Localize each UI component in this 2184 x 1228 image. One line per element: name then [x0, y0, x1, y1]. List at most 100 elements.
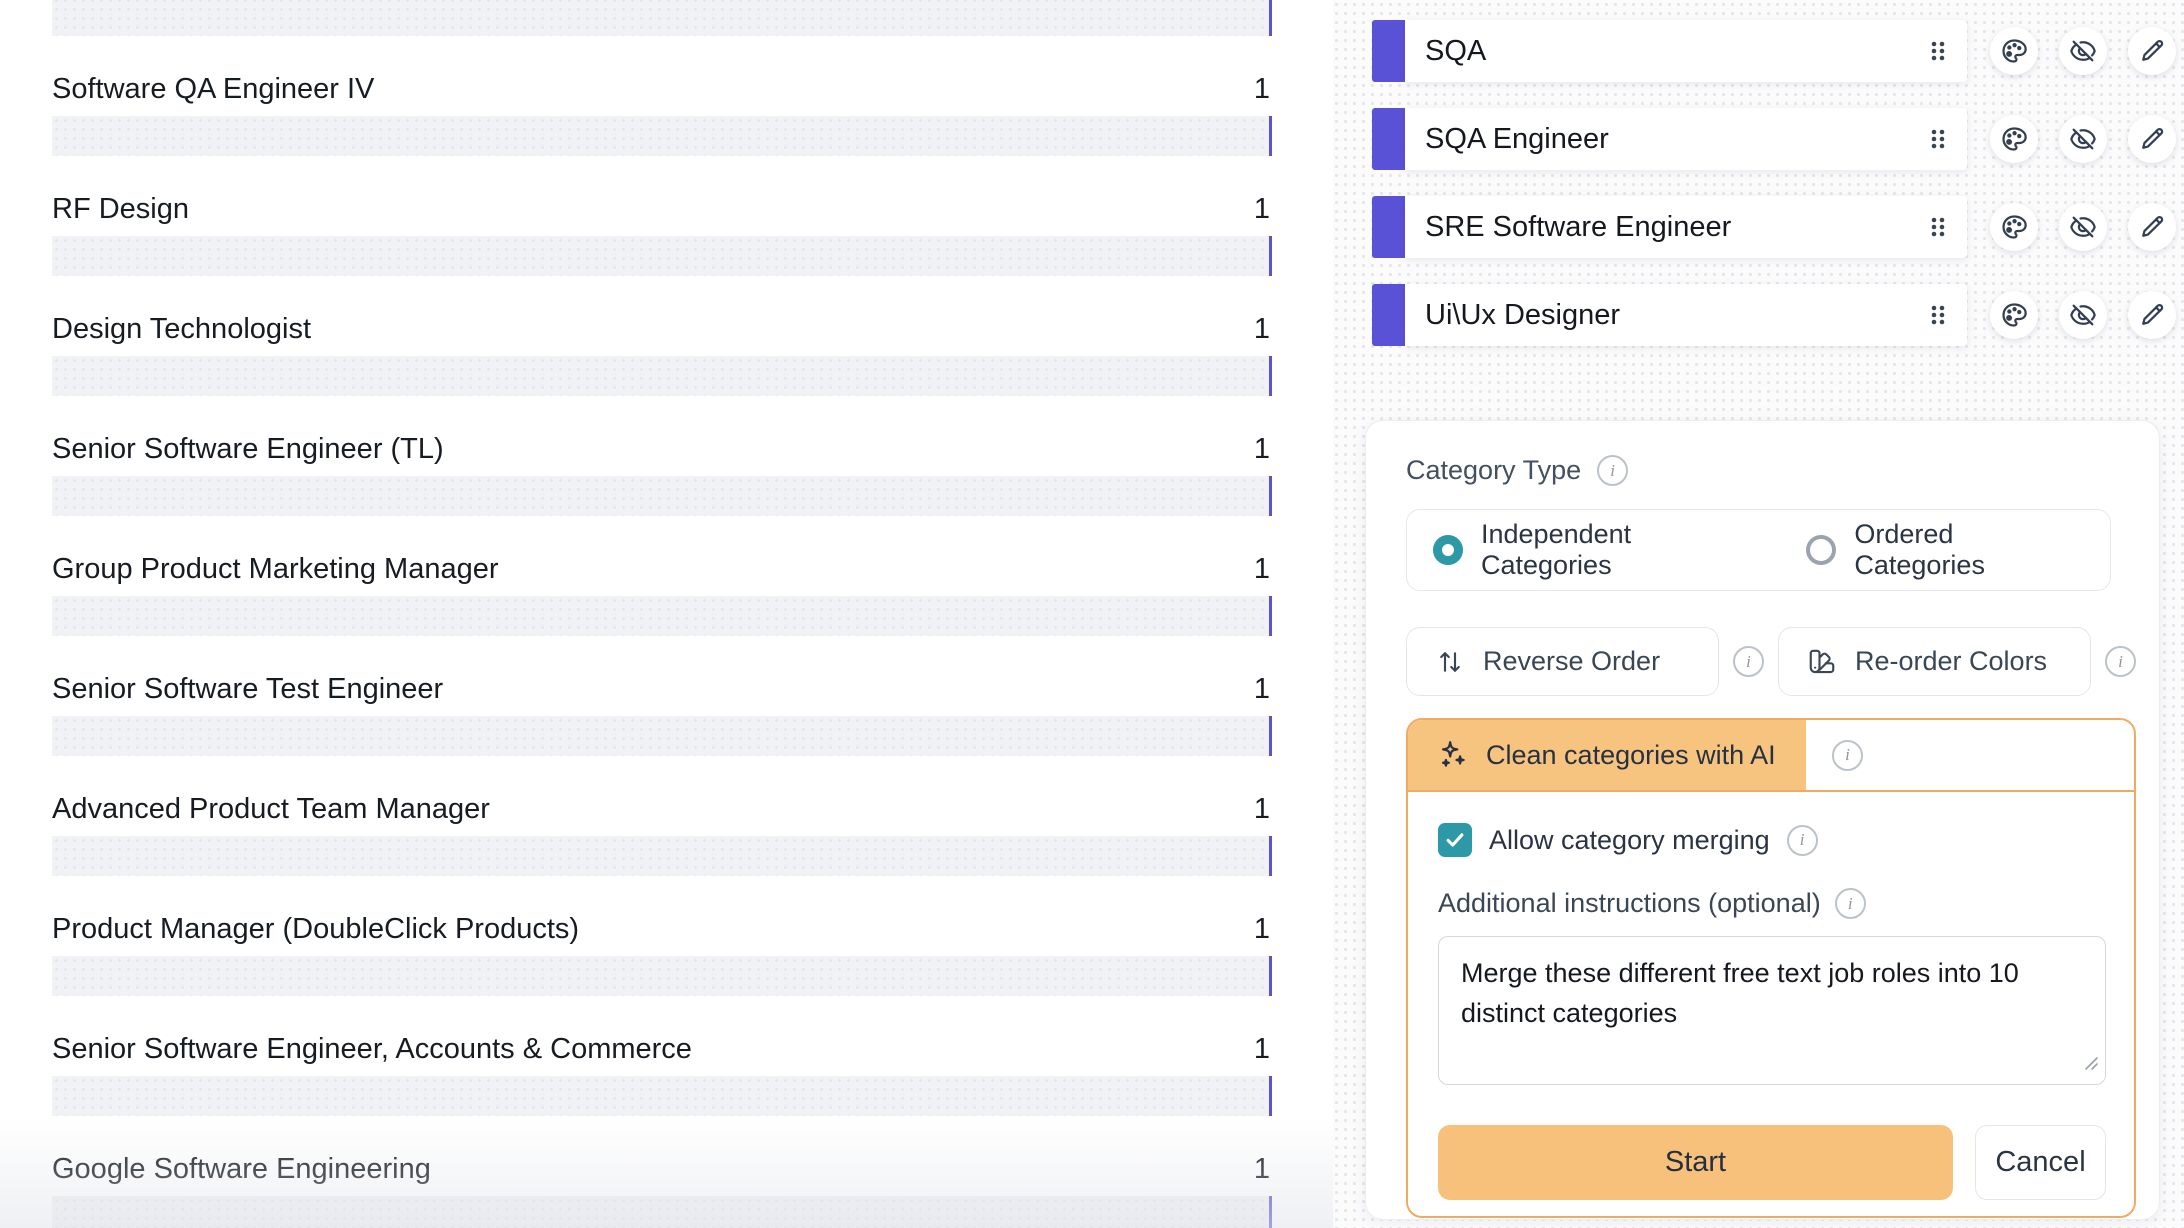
chart-row: Design Technologist 1: [52, 276, 1272, 396]
category-list: SQA: [1372, 20, 2174, 372]
chart-value-label: 1: [1254, 793, 1272, 826]
palette-button[interactable]: [1990, 115, 2038, 163]
category-item: SQA: [1372, 20, 2174, 82]
category-color-swatch: [1372, 20, 1405, 82]
hide-button[interactable]: [2059, 291, 2107, 339]
drag-handle-icon[interactable]: [1927, 126, 1949, 152]
chart-bar: [52, 356, 1272, 396]
chart-category-label: Group Product Marketing Manager: [52, 553, 499, 586]
chart-row: Software QA Engineer IV 1: [52, 36, 1272, 156]
start-button[interactable]: Start: [1438, 1125, 1953, 1200]
chart-category-label: Google Software Engineering: [52, 1153, 431, 1186]
category-label: SQA: [1425, 35, 1486, 68]
hide-button[interactable]: [2059, 115, 2107, 163]
additional-instructions-input[interactable]: Merge these different free text job role…: [1438, 936, 2106, 1085]
category-color-swatch: [1372, 284, 1405, 346]
allow-category-merging-checkbox[interactable]: [1438, 823, 1472, 857]
chart-bar: [52, 716, 1272, 756]
palette-button[interactable]: [1990, 291, 2038, 339]
job-roles-bar-chart: Software QA Engineer IV 1 RF Design 1 De…: [0, 0, 1333, 1228]
textarea-resize-handle[interactable]: [2083, 1055, 2099, 1076]
palette-button[interactable]: [1990, 27, 2038, 75]
clean-categories-tab-label: Clean categories with AI: [1486, 740, 1776, 771]
reorder-colors-info-icon[interactable]: i: [2105, 646, 2136, 677]
chart-row: Google Software Engineering 1: [52, 1116, 1272, 1228]
palette-button[interactable]: [1990, 203, 2038, 251]
category-type-radio-group: Independent Categories Ordered Categorie…: [1406, 509, 2111, 591]
chart-category-label: Senior Software Test Engineer: [52, 673, 443, 706]
category-type-info-icon[interactable]: i: [1597, 455, 1628, 486]
ai-actions: Start Cancel: [1438, 1125, 2106, 1200]
chart-value-label: 1: [1254, 1033, 1272, 1066]
chart-row: Group Product Marketing Manager 1: [52, 516, 1272, 636]
drag-handle-icon[interactable]: [1927, 302, 1949, 328]
category-settings-panel: Category Type i Independent Categories O…: [1365, 420, 2160, 1220]
clean-categories-tab[interactable]: Clean categories with AI: [1408, 720, 1806, 790]
category-actions: [1990, 108, 2176, 170]
chart-bar: [52, 956, 1272, 996]
edit-icon: [2138, 125, 2166, 153]
reorder-colors-button[interactable]: Re-order Colors: [1778, 627, 2091, 696]
additional-instructions-label: Additional instructions (optional): [1438, 888, 1821, 919]
edit-button[interactable]: [2128, 27, 2176, 75]
chart-bar: [52, 116, 1272, 156]
chart-bar: [52, 836, 1272, 876]
drag-handle-icon[interactable]: [1927, 214, 1949, 240]
chart-category-label: RF Design: [52, 193, 189, 226]
swatch-book-icon: [1807, 647, 1837, 677]
chart-rows: Software QA Engineer IV 1 RF Design 1 De…: [52, 0, 1272, 1228]
additional-instructions-header: Additional instructions (optional) i: [1438, 888, 2106, 919]
reverse-order-info-icon[interactable]: i: [1733, 646, 1764, 677]
hide-button[interactable]: [2059, 203, 2107, 251]
reverse-order-icon: [1435, 647, 1465, 677]
edit-icon: [2138, 213, 2166, 241]
reverse-order-label: Reverse Order: [1483, 646, 1660, 677]
allow-category-merging-label: Allow category merging: [1489, 825, 1770, 856]
category-card: SRE Software Engineer: [1405, 196, 1967, 258]
chart-value-label: 1: [1254, 1153, 1272, 1186]
chart-value-label: 1: [1254, 673, 1272, 706]
radio-option-independent-categories[interactable]: Independent Categories: [1433, 519, 1760, 581]
clean-categories-content: Allow category merging i Additional inst…: [1408, 792, 2134, 1216]
chart-value-label: 1: [1254, 73, 1272, 106]
radio-dot: [1433, 535, 1463, 565]
reorder-colors-label: Re-order Colors: [1855, 646, 2047, 677]
edit-button[interactable]: [2128, 115, 2176, 163]
chart-category-label: Senior Software Engineer (TL): [52, 433, 444, 466]
radio-option-ordered-categories[interactable]: Ordered Categories: [1806, 519, 2084, 581]
category-actions: [1990, 284, 2176, 346]
hide-button[interactable]: [2059, 27, 2107, 75]
category-color-swatch: [1372, 196, 1405, 258]
order-toolbar: Reverse Order i Re-order Colors i: [1406, 627, 2136, 696]
reverse-order-button[interactable]: Reverse Order: [1406, 627, 1719, 696]
category-label: SQA Engineer: [1425, 123, 1609, 156]
chart-row: RF Design 1: [52, 156, 1272, 276]
edit-button[interactable]: [2128, 203, 2176, 251]
hide-icon: [2069, 213, 2097, 241]
radio-label: Ordered Categories: [1854, 519, 2084, 581]
clean-categories-box: Clean categories with AI i Allow categor…: [1406, 718, 2136, 1218]
chart-bar: [52, 596, 1272, 636]
category-actions: [1990, 196, 2176, 258]
allow-category-merging-option[interactable]: Allow category merging i: [1438, 823, 2106, 857]
chart-bar: [52, 1076, 1272, 1116]
chart-value-label: 1: [1254, 433, 1272, 466]
chart-row: [52, 0, 1272, 36]
drag-handle-icon[interactable]: [1927, 38, 1949, 64]
cancel-button[interactable]: Cancel: [1975, 1125, 2106, 1200]
category-card: Ui\Ux Designer: [1405, 284, 1967, 346]
allow-merging-info-icon[interactable]: i: [1787, 825, 1818, 856]
palette-icon: [2000, 125, 2028, 153]
chart-bar: [52, 1196, 1272, 1228]
category-item: SRE Software Engineer: [1372, 196, 2174, 258]
hide-icon: [2069, 37, 2097, 65]
chart-value-label: 1: [1254, 313, 1272, 346]
clean-categories-info-icon[interactable]: i: [1832, 740, 1863, 771]
additional-instructions-info-icon[interactable]: i: [1835, 888, 1866, 919]
chart-value-label: 1: [1254, 193, 1272, 226]
sparkles-icon: [1436, 738, 1470, 772]
category-item: Ui\Ux Designer: [1372, 284, 2174, 346]
category-label: Ui\Ux Designer: [1425, 299, 1620, 332]
chart-row: Senior Software Test Engineer 1: [52, 636, 1272, 756]
edit-button[interactable]: [2128, 291, 2176, 339]
